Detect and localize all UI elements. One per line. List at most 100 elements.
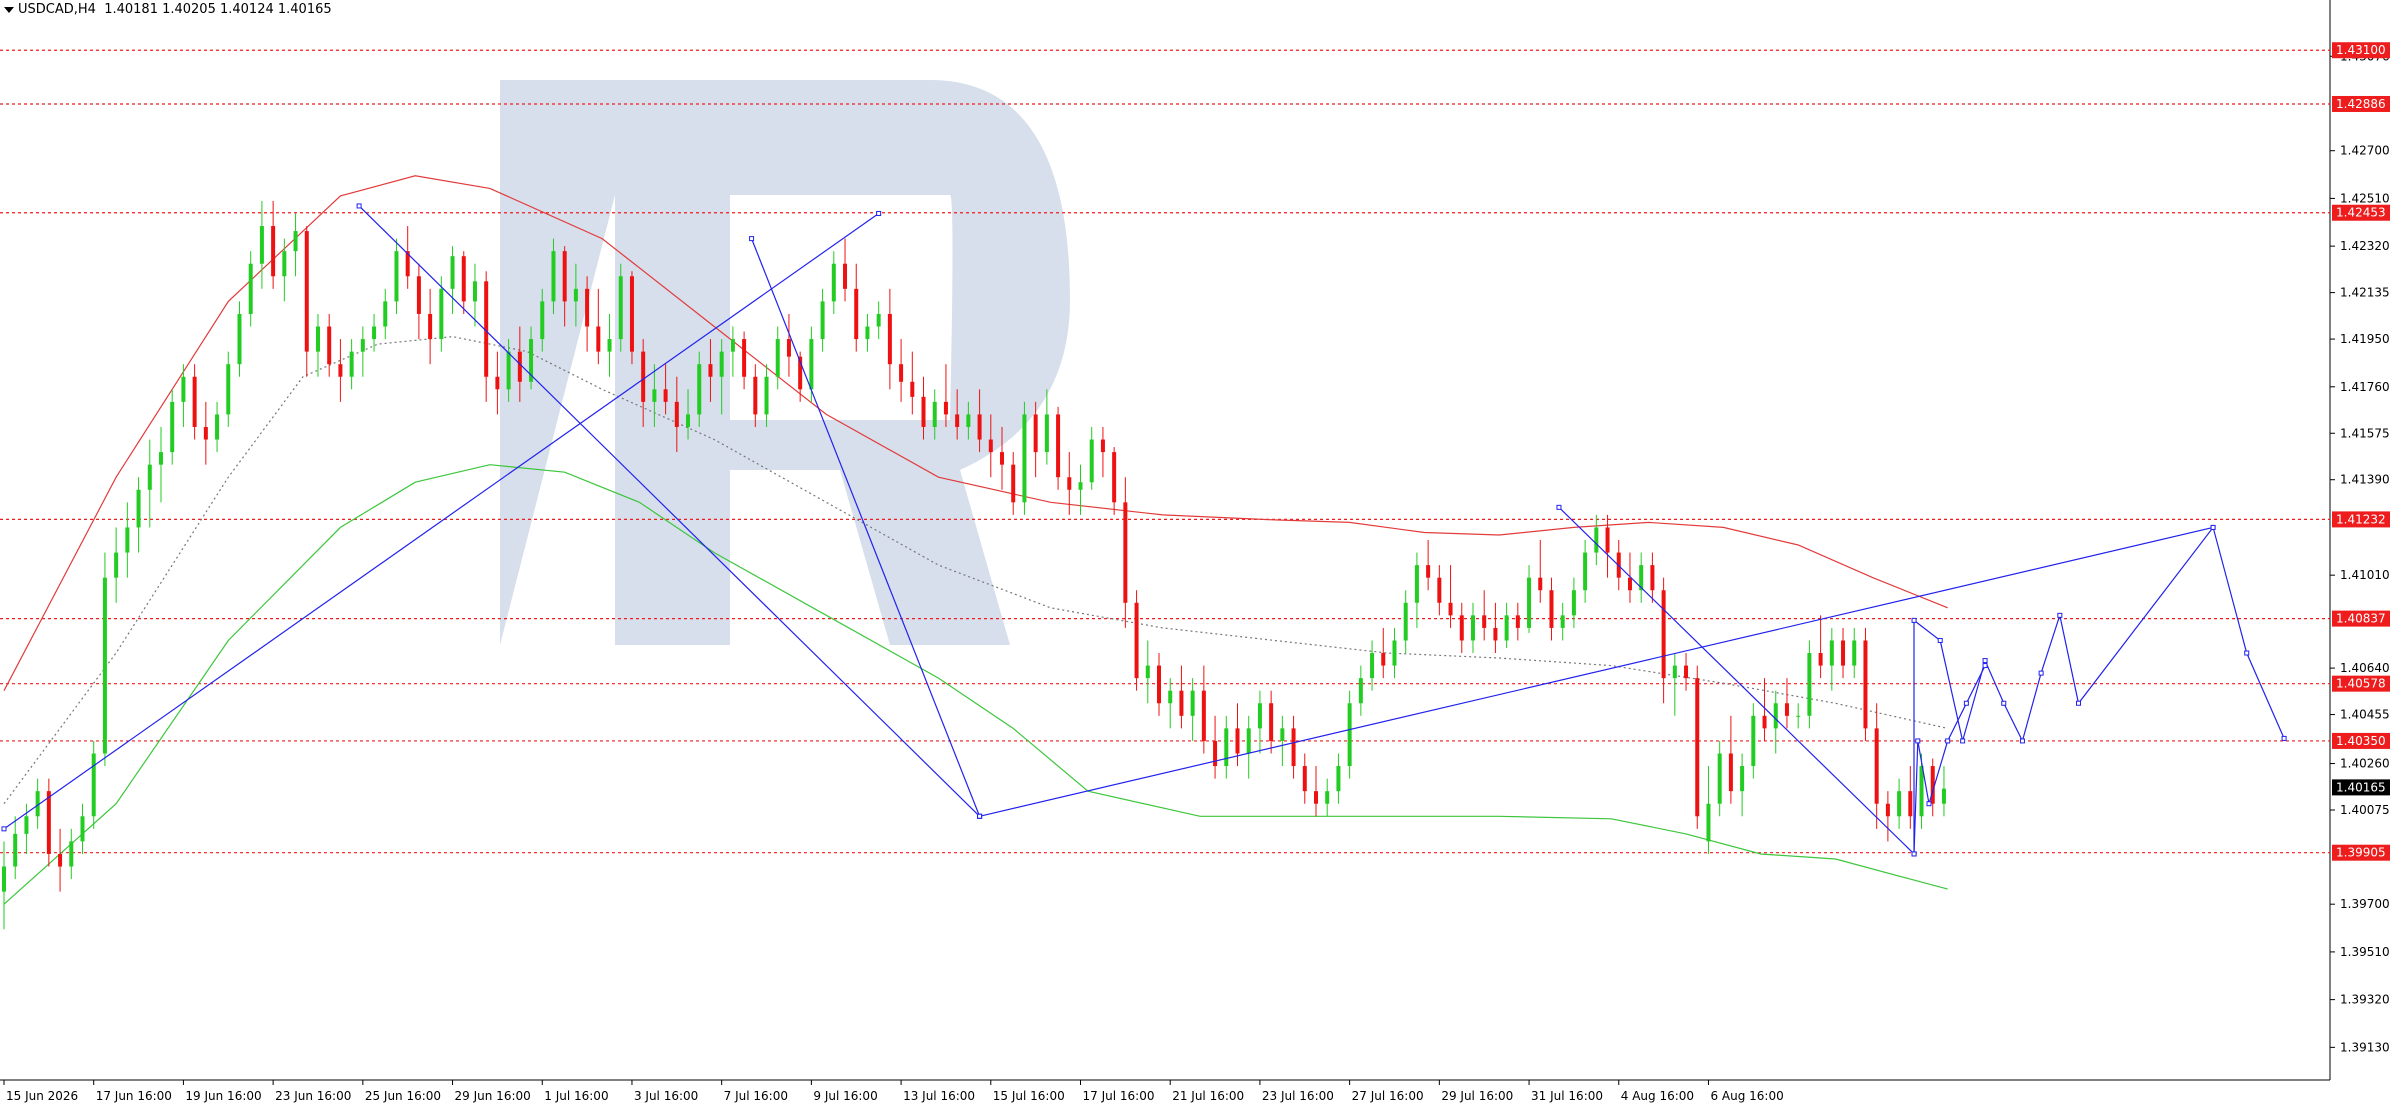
candle-body	[203, 426, 208, 440]
y-tick-label: 1.41390	[2340, 473, 2390, 487]
x-tick-label: 29 Jul 16:00	[1441, 1089, 1513, 1103]
x-tick-label: 15 Jul 16:00	[993, 1089, 1065, 1103]
candle-body	[865, 326, 870, 340]
forecast-point[interactable]	[2057, 612, 2063, 618]
y-tick-label: 1.39700	[2340, 897, 2390, 911]
watermark-logo	[500, 80, 1070, 645]
forecast-point[interactable]	[1960, 738, 1966, 744]
trendline-handle[interactable]	[876, 210, 882, 216]
candle-body	[428, 313, 433, 340]
candle-body	[517, 351, 522, 382]
forecast-point[interactable]	[2019, 738, 2025, 744]
candle-body	[540, 301, 545, 340]
candle-body	[1762, 715, 1767, 729]
y-tick-label: 1.40075	[2340, 803, 2390, 817]
trendline-handle[interactable]	[977, 813, 983, 819]
x-tick-label: 19 Jun 16:00	[185, 1089, 261, 1103]
candle-body	[495, 376, 500, 390]
trendline-handle[interactable]	[356, 203, 362, 209]
candle-body	[1179, 690, 1184, 716]
trendline-handle[interactable]	[1, 826, 7, 832]
forecast-point[interactable]	[1937, 637, 1943, 643]
x-tick-label: 23 Jul 16:00	[1262, 1089, 1334, 1103]
candle-body	[506, 351, 511, 390]
x-tick-label: 27 Jul 16:00	[1352, 1089, 1424, 1103]
x-tick-label: 3 Jul 16:00	[634, 1089, 698, 1103]
forecast-point[interactable]	[1911, 617, 1917, 623]
trendline-handle[interactable]	[1556, 504, 1562, 510]
candle-body	[1919, 766, 1924, 817]
candle-body	[1246, 728, 1251, 754]
forecast-point[interactable]	[2001, 700, 2007, 706]
forecast-point[interactable]	[1945, 738, 1951, 744]
candle-body	[439, 288, 444, 340]
candle-body	[1269, 703, 1274, 741]
candle-body	[1515, 615, 1520, 628]
forecast-point[interactable]	[1911, 851, 1917, 857]
candle-body	[1829, 640, 1834, 666]
candle-body	[1695, 678, 1700, 817]
level-label: 1.40578	[2336, 677, 2386, 691]
candle-body	[1123, 502, 1128, 603]
forecast-point[interactable]	[1915, 738, 1921, 744]
candle-body	[170, 401, 175, 453]
y-tick-label: 1.39510	[2340, 945, 2390, 959]
candle-body	[1527, 577, 1532, 628]
candle-body	[932, 401, 937, 427]
candle-body	[450, 256, 455, 289]
current-price-label: 1.40165	[2336, 780, 2386, 794]
candle-body	[1291, 728, 1296, 767]
forecast-path	[1913, 526, 2285, 854]
forecast-point[interactable]	[1982, 663, 1988, 669]
level-label: 1.40837	[2336, 612, 2386, 626]
candle-body	[1538, 577, 1543, 591]
candle-body	[1773, 703, 1778, 729]
candle-body	[1257, 703, 1262, 729]
candle-body	[1650, 565, 1655, 591]
candle-body	[248, 263, 253, 314]
candle-body	[293, 231, 298, 252]
candle-body	[674, 401, 679, 427]
candle-body	[831, 263, 836, 302]
candle-body	[585, 288, 590, 327]
y-tick-label: 1.41950	[2340, 332, 2390, 346]
forecast-point[interactable]	[2076, 700, 2082, 706]
forecast-point[interactable]	[2244, 650, 2250, 656]
candle-body	[304, 231, 309, 352]
candle-body	[1213, 740, 1218, 767]
candle-body	[24, 816, 29, 834]
candle-body	[259, 226, 264, 264]
candle-body	[786, 339, 791, 357]
forecast-point[interactable]	[2210, 524, 2216, 530]
candle-body	[1908, 791, 1913, 817]
candle-body	[158, 452, 163, 465]
candle-body	[282, 251, 287, 277]
candle-body	[943, 401, 948, 415]
forecast-point[interactable]	[2038, 670, 2044, 676]
forecast-point[interactable]	[1926, 801, 1932, 807]
candle-body	[192, 376, 197, 427]
forecast-point[interactable]	[2281, 735, 2287, 741]
candle-body	[775, 339, 780, 377]
candle-body	[809, 339, 814, 390]
candle-body	[13, 833, 18, 867]
candle-body	[977, 414, 982, 440]
candle-body	[372, 326, 377, 340]
candle-body	[1571, 590, 1576, 616]
candle-body	[2, 866, 6, 892]
trendline-handle[interactable]	[749, 236, 755, 242]
forecast-point[interactable]	[1982, 658, 1988, 664]
candle-body	[1392, 640, 1397, 666]
candle-body	[1000, 452, 1005, 465]
candle-body	[1336, 766, 1341, 792]
candle-body	[820, 301, 825, 340]
candle-body	[596, 326, 601, 352]
candle-body	[1033, 414, 1038, 453]
forecast-point[interactable]	[1963, 700, 1969, 706]
candle-body	[102, 577, 107, 754]
y-tick-label: 1.40640	[2340, 661, 2390, 675]
y-tick-label: 1.42510	[2340, 191, 2390, 205]
candle-body	[708, 364, 713, 377]
candle-body	[764, 376, 769, 415]
price-chart[interactable]: 1.430761.427001.425101.423201.421351.419…	[0, 0, 2396, 1110]
